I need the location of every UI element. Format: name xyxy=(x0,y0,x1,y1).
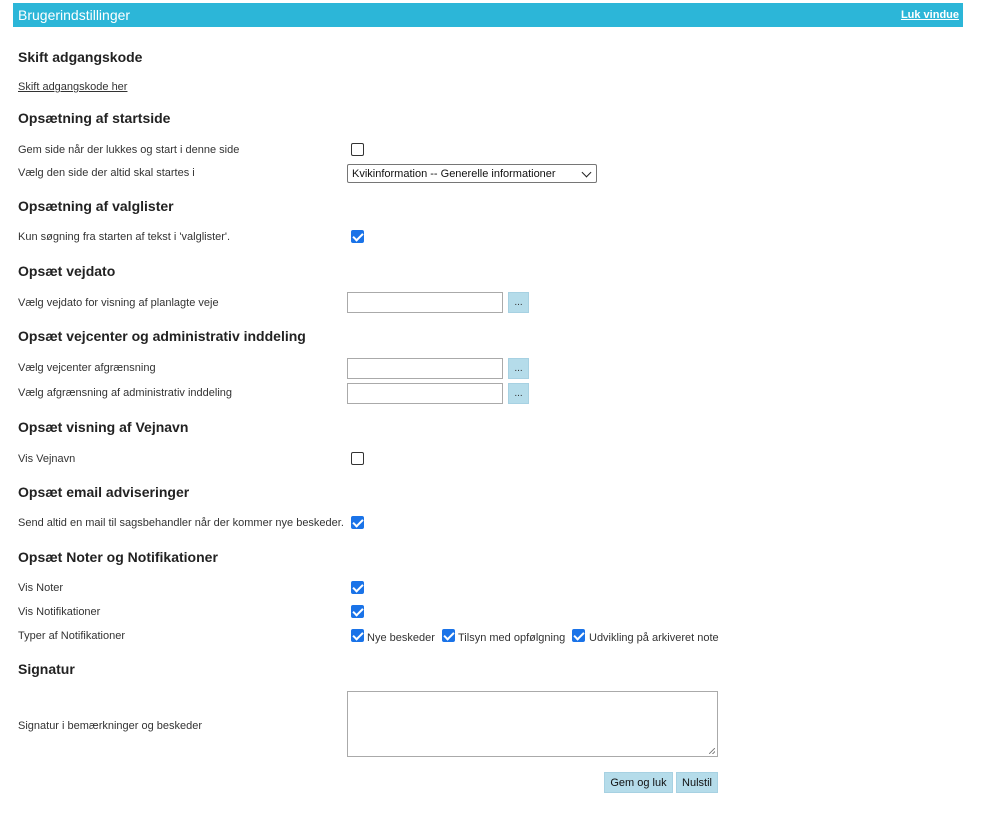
show-notifications-label: Vis Notifikationer xyxy=(18,606,101,618)
save-page-label: Gem side når der lukkes og start i denne… xyxy=(18,144,240,156)
notification-types-label: Typer af Notifikationer xyxy=(18,630,125,642)
show-notes-checkbox[interactable] xyxy=(351,581,364,594)
notification-type-checkbox[interactable] xyxy=(572,629,585,642)
notification-type-checkbox[interactable] xyxy=(442,629,455,642)
roaddate-input[interactable] xyxy=(347,292,503,313)
start-page-select[interactable]: Kvikinformation -- Generelle information… xyxy=(347,164,597,183)
roaddate-picker-button[interactable]: ... xyxy=(508,292,529,313)
roadnames-heading: Opsæt visning af Vejnavn xyxy=(18,419,189,435)
admin-division-label: Vælg afgrænsning af administrativ inddel… xyxy=(18,387,233,399)
picklists-heading: Opsætning af valglister xyxy=(18,198,174,214)
close-window-link[interactable]: Luk vindue xyxy=(901,9,959,21)
signature-textarea[interactable] xyxy=(347,691,718,757)
show-notes-label: Vis Noter xyxy=(18,582,64,594)
save-close-button[interactable]: Gem og luk xyxy=(604,772,673,793)
roaddate-label: Vælg vejdato for visning af planlagte ve… xyxy=(18,297,219,309)
roaddate-heading: Opsæt vejdato xyxy=(18,263,116,279)
notification-type-checkbox[interactable] xyxy=(351,629,364,642)
window-title: Brugerindstillinger xyxy=(18,7,131,23)
roadcenter-heading: Opsæt vejcenter og administrativ inddeli… xyxy=(18,328,306,344)
notes-heading: Opsæt Noter og Notifikationer xyxy=(18,549,218,565)
password-heading: Skift adgangskode xyxy=(18,49,143,65)
roadnames-label: Vis Vejnavn xyxy=(18,453,76,465)
roadnames-checkbox[interactable] xyxy=(351,452,364,465)
roadcenter-picker-button[interactable]: ... xyxy=(508,358,529,379)
resize-grip-icon[interactable] xyxy=(709,748,715,754)
email-checkbox[interactable] xyxy=(351,516,364,529)
notification-type-label: Nye beskeder xyxy=(367,632,435,644)
picklist-search-label: Kun søgning fra starten af tekst i 'valg… xyxy=(18,231,231,243)
email-label: Send altid en mail til sagsbehandler når… xyxy=(18,517,344,529)
admin-division-picker-button[interactable]: ... xyxy=(508,383,529,404)
picklist-search-checkbox[interactable] xyxy=(351,230,364,243)
change-password-link[interactable]: Skift adgangskode her xyxy=(18,81,127,93)
roadcenter-input[interactable] xyxy=(347,358,503,379)
notification-type-label: Tilsyn med opfølgning xyxy=(458,632,566,644)
window-titlebar: Brugerindstillinger Luk vindue xyxy=(13,3,963,27)
signature-label: Signatur i bemærkninger og beskeder xyxy=(18,720,203,732)
notification-type-label: Udvikling på arkiveret note xyxy=(589,632,719,644)
save-page-checkbox[interactable] xyxy=(351,143,364,156)
show-notifications-checkbox[interactable] xyxy=(351,605,364,618)
chevron-down-icon xyxy=(581,167,592,178)
startpage-heading: Opsætning af startside xyxy=(18,110,171,126)
reset-button[interactable]: Nulstil xyxy=(676,772,718,793)
roadcenter-label: Vælg vejcenter afgrænsning xyxy=(18,362,156,374)
signature-heading: Signatur xyxy=(18,661,75,677)
email-heading: Opsæt email adviseringer xyxy=(18,484,190,500)
start-page-label: Vælg den side der altid skal startes i xyxy=(18,167,195,179)
admin-division-input[interactable] xyxy=(347,383,503,404)
start-page-select-value: Kvikinformation -- Generelle information… xyxy=(352,168,556,180)
